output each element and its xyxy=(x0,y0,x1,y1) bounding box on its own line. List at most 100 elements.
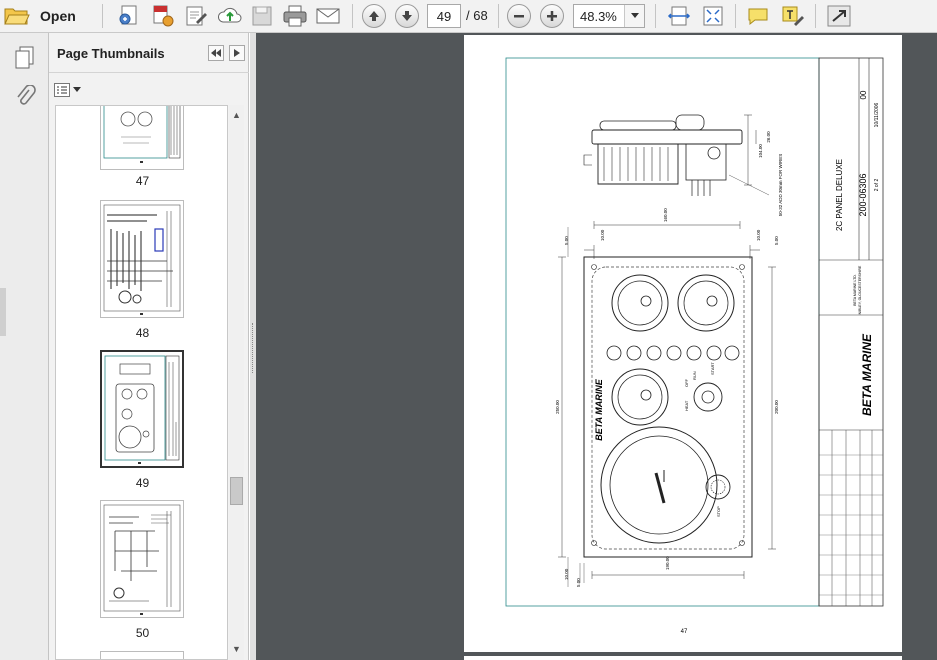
company-text: NIBLEY, GLOUCESTERSHIRE xyxy=(858,265,862,314)
dimension-small: 10.00 xyxy=(564,568,569,580)
previous-page-button[interactable] xyxy=(362,4,386,28)
pdf-page: 2C PANEL DELUXE 200-06306 00 10/11/2006 … xyxy=(464,35,902,652)
full-screen-icon xyxy=(703,6,723,26)
toolbar-separator xyxy=(352,4,353,28)
folder-open-icon xyxy=(4,8,30,25)
thumbnail-label: 47 xyxy=(135,174,150,188)
dimension-height-right: 200.00 xyxy=(774,400,779,414)
fit-width-button[interactable] xyxy=(667,4,691,28)
edit-form-button[interactable] xyxy=(184,4,208,28)
rail-handle[interactable] xyxy=(0,288,6,336)
convert-pdf-button[interactable] xyxy=(150,4,174,28)
thumbnail-page-47[interactable] xyxy=(100,106,184,170)
page-down-icon xyxy=(402,11,412,21)
page-total: / 68 xyxy=(466,8,488,23)
dimension-depth: 104.00 xyxy=(758,144,763,158)
next-panel-button[interactable] xyxy=(229,45,245,61)
double-chevron-left-icon xyxy=(211,49,221,57)
list-options-icon xyxy=(54,83,70,97)
part-number-text: 200-06306 xyxy=(858,173,868,216)
create-pdf-button[interactable] xyxy=(117,4,141,28)
dimension-depth: 26.00 xyxy=(766,131,771,143)
chevron-down-icon xyxy=(630,13,639,18)
dimension-bottom: 190.00 xyxy=(665,556,670,570)
page-footer-number: 47 xyxy=(681,629,688,635)
panel-title: Page Thumbnails xyxy=(57,46,165,61)
next-page-button[interactable] xyxy=(395,4,419,28)
toolbar-separator xyxy=(815,4,816,28)
thumbnail-page-48[interactable] xyxy=(100,200,184,318)
email-button[interactable] xyxy=(315,4,341,28)
sign-button[interactable] xyxy=(780,4,806,28)
toolbar-separator xyxy=(102,4,103,28)
upload-cloud-icon xyxy=(217,7,242,23)
thumbnail-options-button[interactable] xyxy=(54,81,82,99)
key-switch-label: START xyxy=(710,362,715,375)
company-text: BETA MARINE LTD. xyxy=(853,274,857,306)
dimension-small: 5.00 xyxy=(576,578,581,587)
wire-note: 50-32 ADD 30mm FOR WIRES xyxy=(778,154,783,217)
save-icon xyxy=(252,6,272,26)
main-toolbar: Open 49 / 68 48.3% xyxy=(0,0,937,33)
zoom-value: 48.3% xyxy=(580,8,617,24)
dimension-small: 5.00 xyxy=(564,236,569,245)
fit-width-icon xyxy=(667,6,691,26)
key-switch-label: HEAT xyxy=(684,400,689,411)
key-switch-label: OFF xyxy=(684,378,689,387)
toolbar-separator xyxy=(655,4,656,28)
open-label: Open xyxy=(40,8,76,24)
key-switch-label: RUN xyxy=(692,371,697,380)
zoom-select[interactable]: 48.3% xyxy=(573,4,645,28)
scrollbar-thumb[interactable] xyxy=(230,477,243,505)
thumbnail-page-50[interactable] xyxy=(100,500,184,618)
toolbar-separator xyxy=(498,4,499,28)
sheet-text: 2 of 2 xyxy=(874,179,880,192)
email-icon xyxy=(316,8,340,24)
comment-button[interactable] xyxy=(746,4,770,28)
save-button[interactable] xyxy=(250,4,274,28)
zoom-in-icon xyxy=(547,11,557,21)
panel-header: Page Thumbnails xyxy=(49,33,249,73)
toolbar-separator xyxy=(735,4,736,28)
pages-icon xyxy=(15,46,34,69)
print-icon xyxy=(283,5,307,27)
page-50-preview xyxy=(103,504,181,615)
page-48-preview xyxy=(103,204,181,315)
scroll-down-icon[interactable]: ▼ xyxy=(229,641,244,656)
upload-cloud-button[interactable] xyxy=(217,4,243,28)
chevron-down-icon xyxy=(73,87,81,92)
attachments-tab[interactable] xyxy=(16,84,36,112)
page-47-preview xyxy=(103,106,181,163)
scroll-up-icon[interactable]: ▲ xyxy=(229,107,244,122)
create-pdf-icon xyxy=(119,5,137,25)
convert-pdf-icon xyxy=(153,5,174,27)
dimension-small: 10.00 xyxy=(600,229,605,241)
zoom-out-icon xyxy=(514,15,524,18)
dimension-small: 10.00 xyxy=(756,229,761,241)
zoom-out-button[interactable] xyxy=(507,4,531,28)
page-thumbnails-tab[interactable] xyxy=(14,45,36,72)
expand-button[interactable] xyxy=(826,4,852,28)
technical-drawing: 2C PANEL DELUXE 200-06306 00 10/11/2006 … xyxy=(505,57,884,635)
zoom-dropdown[interactable] xyxy=(624,5,644,27)
navigation-rail xyxy=(0,33,49,660)
document-view[interactable]: 2C PANEL DELUXE 200-06306 00 10/11/2006 … xyxy=(256,33,937,660)
thumbnail-page-51[interactable] xyxy=(100,651,184,659)
thumbnail-label: 49 xyxy=(135,476,150,490)
date-text: 10/11/2006 xyxy=(874,102,880,127)
sign-icon xyxy=(782,6,804,26)
zoom-in-button[interactable] xyxy=(540,4,564,28)
print-button[interactable] xyxy=(282,4,308,28)
dimension-height-left: 250.00 xyxy=(555,400,560,414)
open-button[interactable]: Open xyxy=(4,4,92,28)
thumbnail-scrollbar[interactable]: ▲ ▼ xyxy=(229,105,244,660)
collapse-panel-button[interactable] xyxy=(208,45,224,61)
thumbnail-page-49[interactable] xyxy=(100,350,184,468)
page-49-preview xyxy=(104,355,180,464)
full-screen-button[interactable] xyxy=(701,4,725,28)
thumbnail-label: 50 xyxy=(135,626,150,640)
thumbnail-list: 47 48 49 50 xyxy=(55,105,228,660)
paperclip-icon xyxy=(17,84,36,105)
page-number-input[interactable]: 49 xyxy=(427,4,461,28)
splitter-grip xyxy=(252,323,254,373)
